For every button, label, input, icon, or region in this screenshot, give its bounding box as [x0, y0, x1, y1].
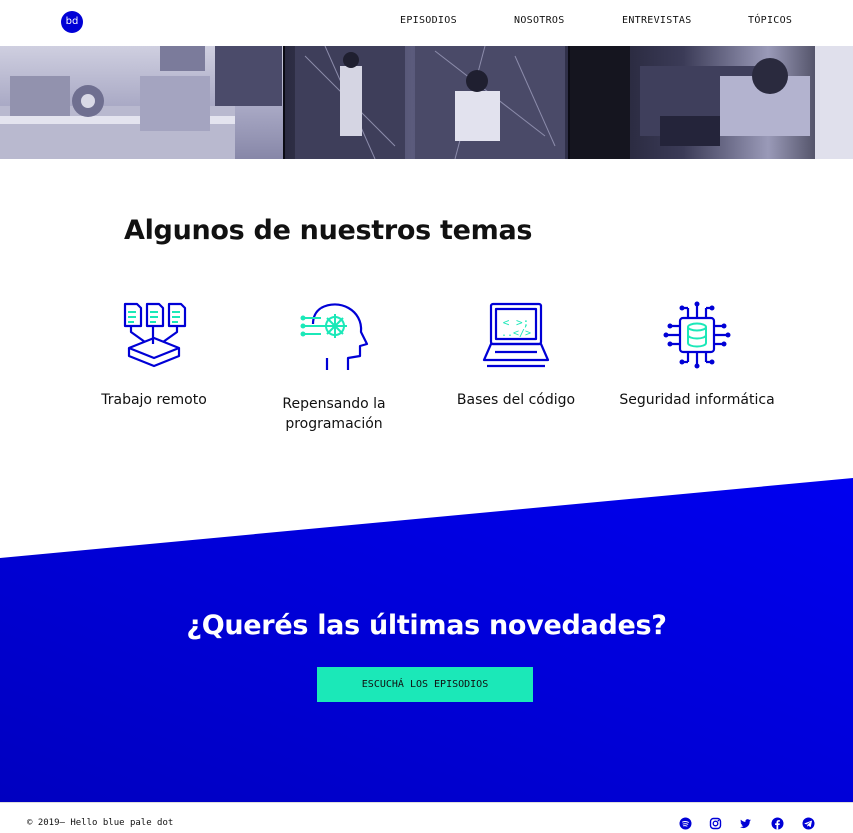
nav-link-entrevistas[interactable]: ENTREVISTAS	[622, 15, 692, 26]
telegram-icon[interactable]	[802, 817, 815, 830]
topic-rethinking-programming[interactable]: Repensando la programación	[249, 300, 419, 434]
topic-remote-work[interactable]: Trabajo remoto	[69, 300, 239, 410]
remote-work-icon	[123, 302, 187, 368]
footer: © 2019— Hello blue pale dot	[0, 802, 853, 833]
topic-label-remote-work: Trabajo remoto	[101, 392, 207, 408]
logo[interactable]: bd	[61, 11, 83, 33]
topic-label-security: Seguridad informática	[619, 392, 775, 408]
hero-photo-strip	[0, 46, 853, 159]
twitter-icon[interactable]	[739, 817, 752, 830]
nav-link-episodios[interactable]: EPISODIOS	[400, 15, 457, 26]
top-navbar: bd EPISODIOS NOSOTROS ENTREVISTAS TÓPICO…	[0, 0, 853, 46]
nav-link-nosotros[interactable]: NOSOTROS	[514, 15, 565, 26]
topic-security[interactable]: Seguridad informática	[612, 300, 782, 410]
database-circuit-icon	[663, 301, 731, 369]
svg-text:..</>: ..</>	[501, 328, 531, 339]
nav-link-topicos[interactable]: TÓPICOS	[748, 15, 792, 26]
section-title: Algunos de nuestros temas	[124, 215, 533, 246]
facebook-icon[interactable]	[771, 817, 784, 830]
ai-head-icon	[300, 303, 369, 370]
topic-label-codebase: Bases del código	[456, 392, 576, 408]
hero-photo-2	[285, 46, 568, 159]
hero-photo-1	[0, 46, 283, 159]
instagram-icon[interactable]	[709, 817, 722, 830]
laptop-code-icon: < >; ..</>	[482, 302, 550, 368]
listen-episodes-button[interactable]: ESCUCHÁ LOS EPISODIOS	[317, 667, 533, 702]
copyright-text: © 2019— Hello blue pale dot	[27, 818, 174, 828]
spotify-icon[interactable]	[679, 817, 692, 830]
topic-codebase[interactable]: < >; ..</> Bases del código	[431, 300, 601, 410]
cta-title: ¿Querés las últimas novedades?	[186, 610, 667, 641]
topic-label-rethinking-programming: Repensando la programación	[282, 396, 386, 432]
hero-photo-3	[570, 46, 853, 159]
